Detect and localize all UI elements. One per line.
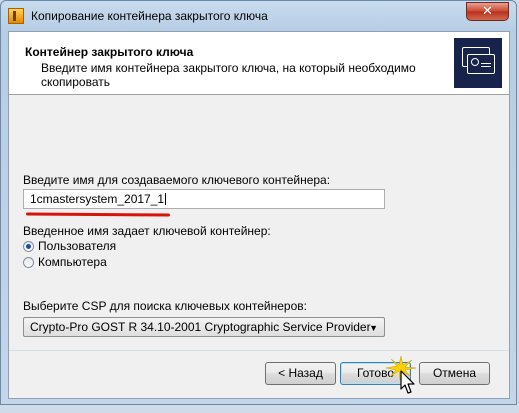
csp-select[interactable]: Crypto-Pro GOST R 34.10-2001 Cryptograph… xyxy=(23,317,385,337)
certificate-cards-icon xyxy=(454,38,502,88)
radio-user-indicator[interactable] xyxy=(23,240,34,252)
radio-user-label: Пользователя xyxy=(38,239,117,253)
close-button[interactable]: ✕ xyxy=(466,2,509,21)
wizard-header: Контейнер закрытого ключа Введите имя ко… xyxy=(9,32,509,95)
dialog-client-area: Контейнер закрытого ключа Введите имя ко… xyxy=(8,31,510,399)
radio-user[interactable]: Пользователя xyxy=(23,238,116,254)
annotation-underline xyxy=(25,212,171,217)
footer-divider xyxy=(9,350,509,351)
radio-computer-indicator[interactable] xyxy=(23,256,34,268)
csp-selected-value: Crypto-Pro GOST R 34.10-2001 Cryptograph… xyxy=(30,320,371,334)
window-title: Копирование контейнера закрытого ключа xyxy=(31,9,268,23)
csp-label: Выберите CSP для поиска ключевых контейн… xyxy=(23,299,307,313)
title-bar[interactable]: Копирование контейнера закрытого ключа ✕ xyxy=(1,1,516,31)
dialog-window: Копирование контейнера закрытого ключа ✕… xyxy=(0,0,517,405)
header-title: Контейнер закрытого ключа xyxy=(25,45,194,59)
radio-computer[interactable]: Компьютера xyxy=(23,254,107,270)
text-caret xyxy=(165,193,167,205)
cancel-button[interactable]: Отмена xyxy=(419,362,490,385)
container-name-value: 1cmastersystem_2017_1 xyxy=(30,192,165,206)
app-icon xyxy=(8,8,24,24)
container-scope-label: Введенное имя задает ключевой контейнер: xyxy=(23,224,271,238)
card-front-shape xyxy=(467,54,495,74)
radio-computer-label: Компьютера xyxy=(38,255,107,269)
container-name-label: Введите имя для создаваемого ключевого к… xyxy=(23,173,331,187)
container-name-input[interactable]: 1cmastersystem_2017_1 xyxy=(23,189,385,209)
chevron-down-icon[interactable]: ▼ xyxy=(369,321,378,335)
header-description: Введите имя контейнера закрытого ключа, … xyxy=(41,61,416,89)
back-button[interactable]: < Назад xyxy=(265,362,336,385)
mouse-pointer-icon xyxy=(400,370,415,394)
